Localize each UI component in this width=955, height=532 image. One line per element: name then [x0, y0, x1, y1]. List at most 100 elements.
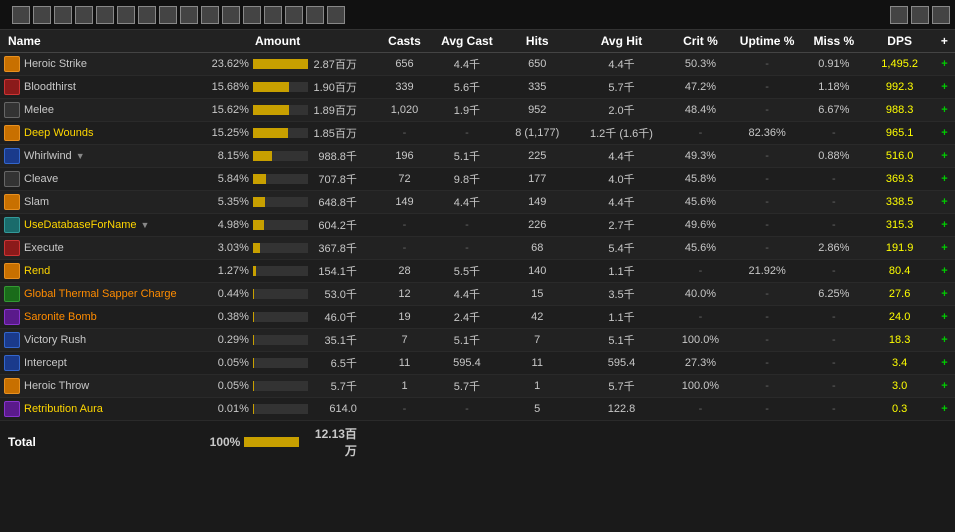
table-row: Retribution Aura0.01%614.0--5122.8---0.3…	[0, 398, 955, 421]
col-hits[interactable]: Hits	[500, 30, 574, 53]
row-ability-name: Rend	[24, 265, 50, 277]
row-expand-button[interactable]: +	[934, 352, 955, 375]
row-expand-button[interactable]: +	[934, 76, 955, 99]
row-amount: 604.2千	[312, 217, 357, 233]
filter-icon-3[interactable]	[54, 6, 72, 24]
footer-empty	[363, 421, 376, 464]
row-amount: 154.1千	[312, 263, 357, 279]
row-expand-button[interactable]: +	[934, 53, 955, 76]
filter-icon-4[interactable]	[75, 6, 93, 24]
row-avg-hit: 122.8	[574, 398, 669, 421]
row-miss: 1.18%	[802, 76, 865, 99]
row-ability-name: Execute	[24, 242, 64, 254]
col-crit[interactable]: Crit %	[669, 30, 732, 53]
col-avg-hit[interactable]: Avg Hit	[574, 30, 669, 53]
row-amount: 35.1千	[312, 332, 357, 348]
row-expand-button[interactable]: +	[934, 191, 955, 214]
col-uptime[interactable]: Uptime %	[732, 30, 802, 53]
row-crit: 27.3%	[669, 352, 732, 375]
row-avg-cast: 9.8千	[433, 168, 500, 191]
row-ability-name: Global Thermal Sapper Charge	[24, 288, 177, 300]
row-expand-button[interactable]: +	[934, 283, 955, 306]
row-expand-button[interactable]: +	[934, 375, 955, 398]
col-casts[interactable]: Casts	[376, 30, 434, 53]
row-avg-cast: 4.4千	[433, 191, 500, 214]
row-miss: 0.91%	[802, 53, 865, 76]
col-avg-cast[interactable]: Avg Cast	[433, 30, 500, 53]
table-row: Cleave5.84%707.8千729.8千1774.0千45.8%--369…	[0, 168, 955, 191]
row-dps: 315.3	[865, 214, 933, 237]
row-uptime: -	[732, 329, 802, 352]
col-miss[interactable]: Miss %	[802, 30, 865, 53]
row-dps: 24.0	[865, 306, 933, 329]
row-expand-button[interactable]: +	[934, 122, 955, 145]
row-hits: 226	[500, 214, 574, 237]
row-casts: 656	[376, 53, 434, 76]
row-amount: 53.0千	[312, 286, 357, 302]
row-avg-hit: 1.1千	[574, 260, 669, 283]
filter-icon-9[interactable]	[180, 6, 198, 24]
filter-icon-5[interactable]	[96, 6, 114, 24]
filter-icon-7[interactable]	[138, 6, 156, 24]
row-name-cell: Saronite Bomb	[0, 306, 192, 329]
row-miss: -	[802, 306, 865, 329]
row-name-cell: Deep Wounds	[0, 122, 192, 145]
row-expand-button[interactable]: +	[934, 398, 955, 421]
row-amount: 648.8千	[312, 194, 357, 210]
row-pct: 0.05%	[207, 380, 249, 392]
filter-icon-1[interactable]	[12, 6, 30, 24]
target-filter-icon-3[interactable]	[932, 6, 950, 24]
filter-icon-16[interactable]	[327, 6, 345, 24]
filter-icon-12[interactable]	[243, 6, 261, 24]
row-expand-button[interactable]: +	[934, 214, 955, 237]
row-dps: 516.0	[865, 145, 933, 168]
target-filter-icon-1[interactable]	[890, 6, 908, 24]
expand-icon[interactable]: ▼	[141, 220, 150, 230]
row-pct: 15.25%	[207, 127, 249, 139]
filter-icon-13[interactable]	[264, 6, 282, 24]
row-name-cell: Heroic Throw	[0, 375, 192, 398]
row-hits: 225	[500, 145, 574, 168]
filter-icon-15[interactable]	[306, 6, 324, 24]
row-avg-hit: 5.1千	[574, 329, 669, 352]
row-dps: 3.0	[865, 375, 933, 398]
row-name-cell: Slam	[0, 191, 192, 214]
row-expand-button[interactable]: +	[934, 260, 955, 283]
filter-icon-14[interactable]	[285, 6, 303, 24]
col-dps[interactable]: DPS	[865, 30, 933, 53]
row-hits: 8 (1,177)	[500, 122, 574, 145]
filter-icon-8[interactable]	[159, 6, 177, 24]
row-amount-cell: 0.01%614.0	[192, 398, 363, 421]
row-expand-button[interactable]: +	[934, 329, 955, 352]
table-footer-row: Total 100% 12.13百万	[0, 421, 955, 464]
row-expand-button[interactable]: +	[934, 99, 955, 122]
row-expand-button[interactable]: +	[934, 237, 955, 260]
filter-icon-6[interactable]	[117, 6, 135, 24]
row-pct: 5.84%	[207, 173, 249, 185]
filter-icon-10[interactable]	[201, 6, 219, 24]
filter-icon-2[interactable]	[33, 6, 51, 24]
row-casts: 149	[376, 191, 434, 214]
col-name[interactable]: Name	[0, 30, 192, 53]
row-dps: 338.5	[865, 191, 933, 214]
row-hits: 5	[500, 398, 574, 421]
row-avg-hit: 1.2千 (1.6千)	[574, 122, 669, 145]
row-expand-button[interactable]: +	[934, 306, 955, 329]
row-pct: 23.62%	[207, 58, 249, 70]
row-expand-button[interactable]: +	[934, 145, 955, 168]
col-empty	[363, 30, 376, 53]
row-expand-button[interactable]: +	[934, 168, 955, 191]
footer-label: Total	[0, 421, 192, 464]
target-filter-icon-2[interactable]	[911, 6, 929, 24]
row-dps: 965.1	[865, 122, 933, 145]
row-uptime: -	[732, 214, 802, 237]
filter-icon-11[interactable]	[222, 6, 240, 24]
row-avg-hit: 5.4千	[574, 237, 669, 260]
row-casts: 19	[376, 306, 434, 329]
row-casts: -	[376, 398, 434, 421]
col-amount[interactable]: Amount	[192, 30, 363, 53]
row-hits: 11	[500, 352, 574, 375]
expand-icon[interactable]: ▼	[76, 151, 85, 161]
row-pct: 0.05%	[207, 357, 249, 369]
row-ability-icon	[4, 148, 20, 164]
